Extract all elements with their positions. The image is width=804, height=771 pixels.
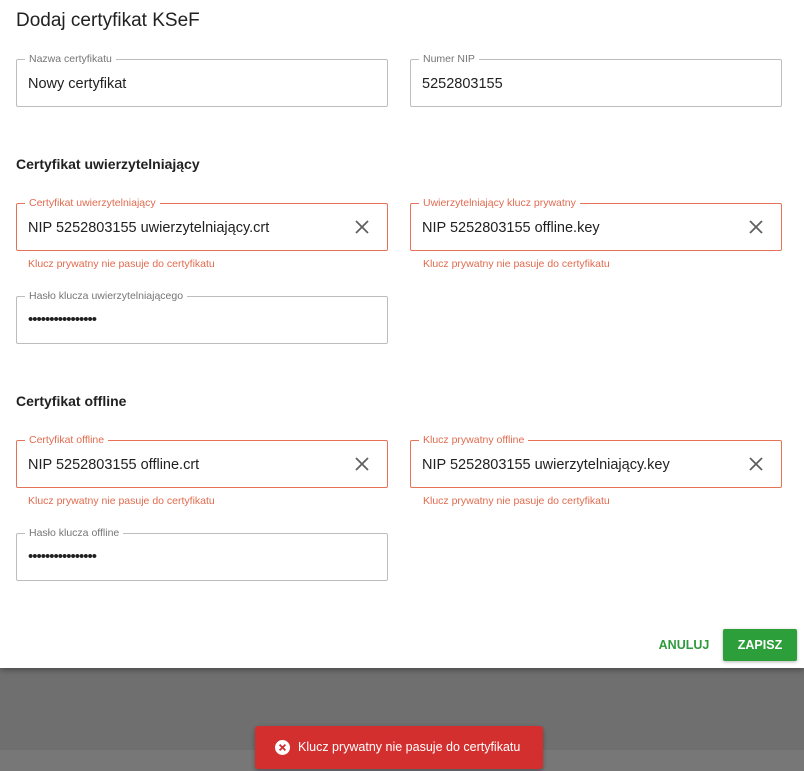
close-icon[interactable] [747,455,765,473]
auth-certificate-field[interactable]: Certyfikat uwierzytelniający NIP 5252803… [16,197,388,251]
auth-key-password-field[interactable]: Hasło klucza uwierzytelniającego •••••••… [16,290,388,344]
error-toast: Klucz prywatny nie pasuje do certyfikatu [255,726,543,769]
close-icon[interactable] [353,455,371,473]
offline-private-key-value[interactable]: NIP 5252803155 uwierzytelniający.key [422,457,670,473]
offline-certificate-error: Klucz prywatny nie pasuje do certyfikatu [28,495,215,507]
offline-certificate-value[interactable]: NIP 5252803155 offline.crt [28,457,199,473]
nip-number-label: Numer NIP [419,53,479,65]
auth-certificate-label: Certyfikat uwierzytelniający [25,197,160,209]
auth-key-password-label: Hasło klucza uwierzytelniającego [25,290,188,302]
offline-private-key-error: Klucz prywatny nie pasuje do certyfikatu [423,495,610,507]
auth-private-key-field[interactable]: Uwierzytelniający klucz prywatny NIP 525… [410,197,782,251]
error-circle-icon [275,740,290,755]
offline-certificate-field[interactable]: Certyfikat offline NIP 5252803155 offlin… [16,434,388,488]
toast-message: Klucz prywatny nie pasuje do certyfikatu [298,740,521,754]
auth-private-key-value[interactable]: NIP 5252803155 offline.key [422,220,600,236]
cancel-button[interactable]: ANULUJ [652,629,716,661]
offline-section-title: Certyfikat offline [16,393,127,409]
dialog-title: Dodaj certyfikat KSeF [16,10,200,31]
offline-key-password-label: Hasło klucza offline [25,527,124,539]
auth-section-title: Certyfikat uwierzytelniający [16,156,200,172]
offline-key-password-field[interactable]: Hasło klucza offline •••••••••••••••• [16,527,388,581]
close-icon[interactable] [747,218,765,236]
nip-number-field[interactable]: Numer NIP 5252803155 [410,53,782,107]
auth-certificate-value[interactable]: NIP 5252803155 uwierzytelniający.crt [28,220,269,236]
auth-key-password-value[interactable]: •••••••••••••••• [28,311,97,328]
nip-number-value[interactable]: 5252803155 [422,76,503,92]
certificate-name-label: Nazwa certyfikatu [25,53,116,65]
offline-certificate-label: Certyfikat offline [25,434,109,446]
offline-private-key-label: Klucz prywatny offline [419,434,529,446]
auth-private-key-label: Uwierzytelniający klucz prywatny [419,197,580,209]
certificate-name-field[interactable]: Nazwa certyfikatu Nowy certyfikat [16,53,388,107]
auth-certificate-error: Klucz prywatny nie pasuje do certyfikatu [28,258,215,270]
certificate-name-value[interactable]: Nowy certyfikat [28,76,126,92]
add-certificate-dialog: Dodaj certyfikat KSeF Nazwa certyfikatu … [0,0,804,668]
offline-private-key-field[interactable]: Klucz prywatny offline NIP 5252803155 uw… [410,434,782,488]
offline-key-password-value[interactable]: •••••••••••••••• [28,548,97,565]
auth-private-key-error: Klucz prywatny nie pasuje do certyfikatu [423,258,610,270]
close-icon[interactable] [353,218,371,236]
save-button[interactable]: ZAPISZ [723,629,797,661]
